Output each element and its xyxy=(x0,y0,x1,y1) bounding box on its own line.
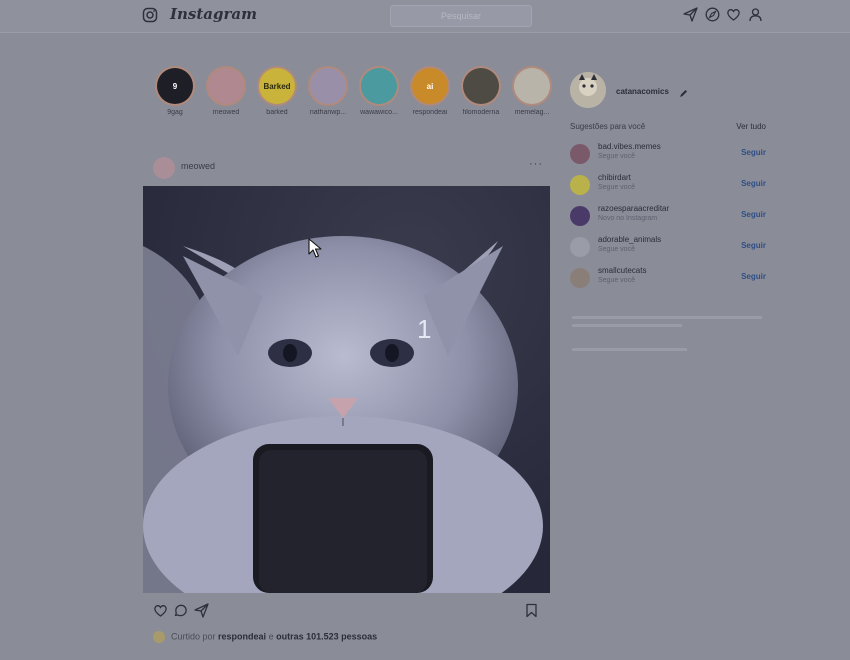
suggestion-row: adorable_animals Segue você Seguir xyxy=(570,235,766,261)
story-username: barked xyxy=(266,109,288,116)
explore-compass-icon[interactable] xyxy=(705,7,720,27)
story-ring xyxy=(206,66,246,106)
suggestion-subtitle: Novo no Instagram xyxy=(598,215,658,222)
instagram-camera-icon[interactable] xyxy=(142,7,158,28)
story-item[interactable]: nathanwp... xyxy=(303,66,353,116)
post-image[interactable]: 1 xyxy=(143,186,550,593)
story-username: wawawico... xyxy=(360,109,398,116)
follow-button[interactable]: Seguir xyxy=(741,179,766,188)
top-navigation-bar: Instagram Pesquisar xyxy=(0,0,850,33)
suggestion-avatar[interactable] xyxy=(570,144,590,164)
post-header: meowed ··· xyxy=(143,150,550,186)
follow-button[interactable]: Seguir xyxy=(741,272,766,281)
suggestion-avatar[interactable] xyxy=(570,237,590,257)
story-avatar: Barked xyxy=(259,68,295,104)
story-ring xyxy=(512,66,552,106)
suggestion-subtitle: Segue você xyxy=(598,184,635,191)
suggestion-row: razoesparaacreditar Novo no Instagram Segu… xyxy=(570,204,766,230)
cat-photo-illustration xyxy=(143,186,550,593)
suggestion-avatar[interactable] xyxy=(570,268,590,288)
liked-by-user-link[interactable]: respondeai xyxy=(218,631,266,641)
story-username: respondeai xyxy=(412,109,448,116)
story-ring xyxy=(461,66,501,106)
story-avatar xyxy=(514,68,550,104)
suggestion-subtitle: Segue você xyxy=(598,277,635,284)
liked-by-others-link[interactable]: outras 101.523 pessoas xyxy=(276,631,377,641)
story-item[interactable]: ai respondeai xyxy=(405,66,455,116)
liked-by-conj: e xyxy=(268,631,274,642)
story-item[interactable]: wawawico... xyxy=(354,66,404,116)
story-username: 9gag xyxy=(167,109,183,116)
stories-tray: 9 9gag meowed Barked barked nathanwp... wawawi… xyxy=(150,66,552,124)
story-username: meowed xyxy=(212,109,240,116)
suggestions-title: Sugestões para você xyxy=(570,122,646,131)
suggestion-username[interactable]: chibirdart xyxy=(598,173,631,182)
post-author-username[interactable]: meowed xyxy=(181,161,215,171)
post-likes-line: Curtido por respondeai e outras 101.523 … xyxy=(153,631,377,643)
story-avatar xyxy=(310,68,346,104)
story-ring: 9 xyxy=(155,66,195,106)
comment-icon[interactable] xyxy=(173,603,188,623)
story-username: memelag... xyxy=(514,109,550,116)
story-avatar: 9 xyxy=(157,68,193,104)
activity-heart-icon[interactable] xyxy=(726,7,741,27)
like-heart-icon[interactable] xyxy=(153,603,168,623)
suggestion-avatar[interactable] xyxy=(570,175,590,195)
search-input[interactable]: Pesquisar xyxy=(390,5,532,27)
suggestion-row: bad.vibes.memes Segue você Seguir xyxy=(570,142,766,168)
story-avatar xyxy=(463,68,499,104)
current-user-avatar[interactable] xyxy=(570,72,606,108)
suggestion-username[interactable]: adorable_animals xyxy=(598,235,661,244)
see-all-link[interactable]: Ver tudo xyxy=(736,122,766,131)
suggestion-username[interactable]: razoesparaacreditar xyxy=(598,204,669,213)
footer-links-line-2 xyxy=(572,324,682,327)
current-user-username[interactable]: catanacomics xyxy=(616,87,669,96)
profile-icon[interactable] xyxy=(748,7,763,27)
instagram-logo[interactable]: Instagram xyxy=(170,5,257,23)
story-item[interactable]: 9 9gag xyxy=(150,66,200,116)
footer-links xyxy=(572,316,762,319)
story-ring: ai xyxy=(410,66,450,106)
more-options-icon[interactable]: ··· xyxy=(529,158,543,170)
story-item[interactable]: filomoderna xyxy=(456,66,506,116)
mouse-pointer-icon xyxy=(308,238,322,263)
edit-pencil-icon[interactable] xyxy=(679,85,688,103)
footer-copyright xyxy=(572,348,687,351)
story-ring xyxy=(359,66,399,106)
suggestion-avatar[interactable] xyxy=(570,206,590,226)
story-ring xyxy=(308,66,348,106)
suggestion-subtitle: Segue você xyxy=(598,153,635,160)
story-avatar: ai xyxy=(412,68,448,104)
follow-button[interactable]: Seguir xyxy=(741,241,766,250)
follow-button[interactable]: Seguir xyxy=(741,148,766,157)
story-item[interactable]: meowed xyxy=(201,66,251,116)
suggestion-subtitle: Segue você xyxy=(598,246,635,253)
liker-avatar xyxy=(153,631,165,643)
share-send-icon[interactable] xyxy=(194,603,209,623)
story-item[interactable]: Barked barked xyxy=(252,66,302,116)
follow-button[interactable]: Seguir xyxy=(741,210,766,219)
story-ring: Barked xyxy=(257,66,297,106)
story-username: filomoderna xyxy=(462,109,500,116)
suggestions-header: Sugestões para você Ver tudo xyxy=(570,122,766,131)
direct-send-icon[interactable] xyxy=(683,7,698,27)
story-avatar xyxy=(208,68,244,104)
story-avatar xyxy=(361,68,397,104)
story-item[interactable]: memelag... xyxy=(507,66,557,116)
post-actions xyxy=(143,600,550,622)
story-username: nathanwp... xyxy=(309,109,347,116)
suggestion-username[interactable]: bad.vibes.memes xyxy=(598,142,661,151)
post-author-avatar[interactable] xyxy=(153,157,175,179)
suggestion-row: chibirdart Segue você Seguir xyxy=(570,173,766,199)
save-bookmark-icon[interactable] xyxy=(525,603,538,623)
gif-overlay-number: 1 xyxy=(417,314,432,344)
suggestion-username[interactable]: smallcutecats xyxy=(598,266,646,275)
suggestion-row: smallcutecats Segue você Seguir xyxy=(570,266,766,292)
liked-by-prefix: Curtido por xyxy=(171,631,216,642)
